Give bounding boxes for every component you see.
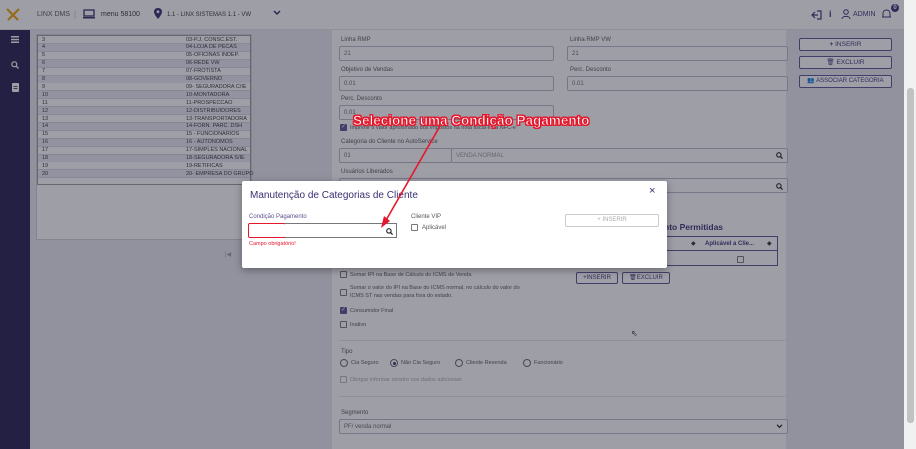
annotation-text: Selecione uma Condição Pagamento <box>353 113 590 129</box>
annotation-arrow <box>381 125 441 228</box>
